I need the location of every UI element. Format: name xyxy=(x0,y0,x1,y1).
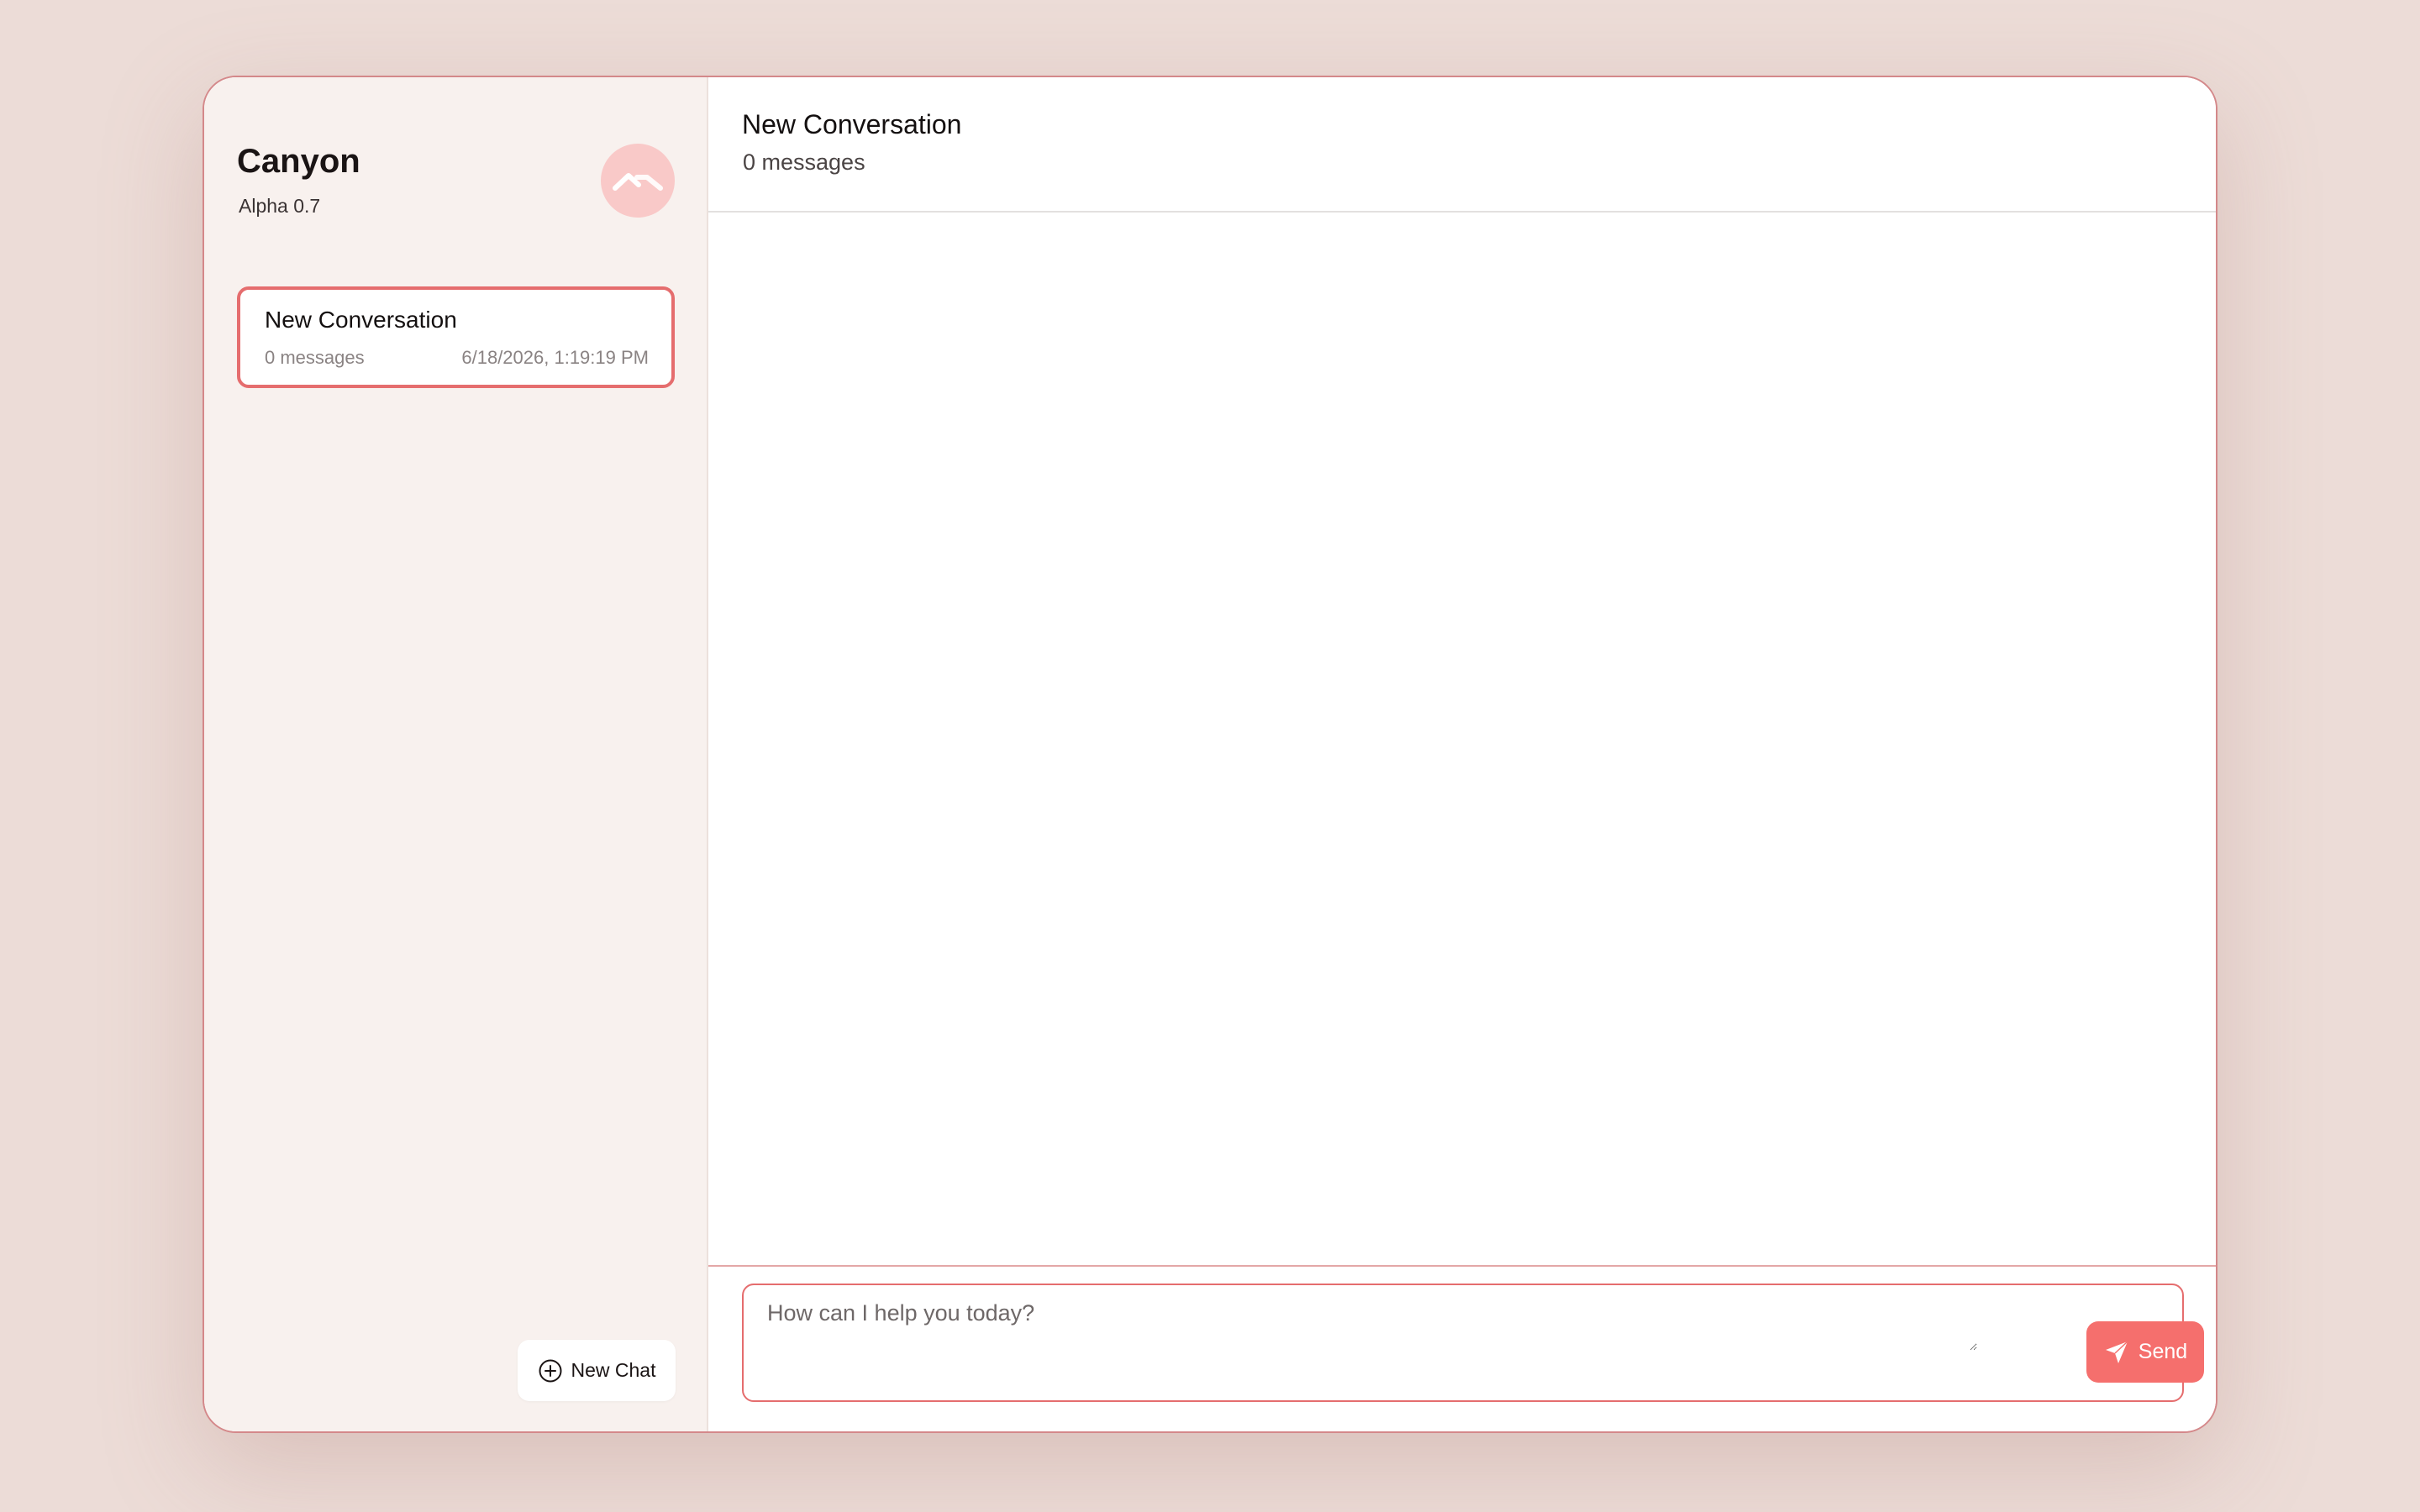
chat-message-count: 0 messages xyxy=(743,150,865,175)
chat-header: New Conversation 0 messages xyxy=(708,77,2216,213)
conversation-item[interactable]: New Conversation 0 messages 6/18/2026, 1… xyxy=(237,286,675,388)
mountain-peaks-icon xyxy=(601,144,675,218)
app-window: Canyon Alpha 0.7 New Conversation 0 mess… xyxy=(203,76,2217,1433)
sidebar: Canyon Alpha 0.7 New Conversation 0 mess… xyxy=(204,77,708,1431)
plus-circle-icon xyxy=(538,1358,563,1383)
message-list[interactable] xyxy=(708,213,2216,1267)
chat-panel: New Conversation 0 messages Send xyxy=(708,77,2216,1431)
send-label: Send xyxy=(2138,1340,2188,1363)
message-input[interactable] xyxy=(767,1300,1977,1351)
new-chat-button[interactable]: New Chat xyxy=(518,1340,676,1401)
send-arrow-icon xyxy=(2103,1339,2130,1366)
brand-name: Canyon xyxy=(237,143,360,180)
chat-title: New Conversation xyxy=(742,109,962,139)
message-composer: Send xyxy=(742,1284,2204,1402)
brand-version: Alpha 0.7 xyxy=(239,195,321,217)
new-chat-label: New Chat xyxy=(571,1359,656,1381)
conversation-message-count: 0 messages xyxy=(265,347,365,368)
conversation-timestamp: 6/18/2026, 1:19:19 PM xyxy=(461,347,649,368)
conversation-title: New Conversation xyxy=(265,307,457,333)
send-button[interactable]: Send xyxy=(2086,1321,2204,1383)
